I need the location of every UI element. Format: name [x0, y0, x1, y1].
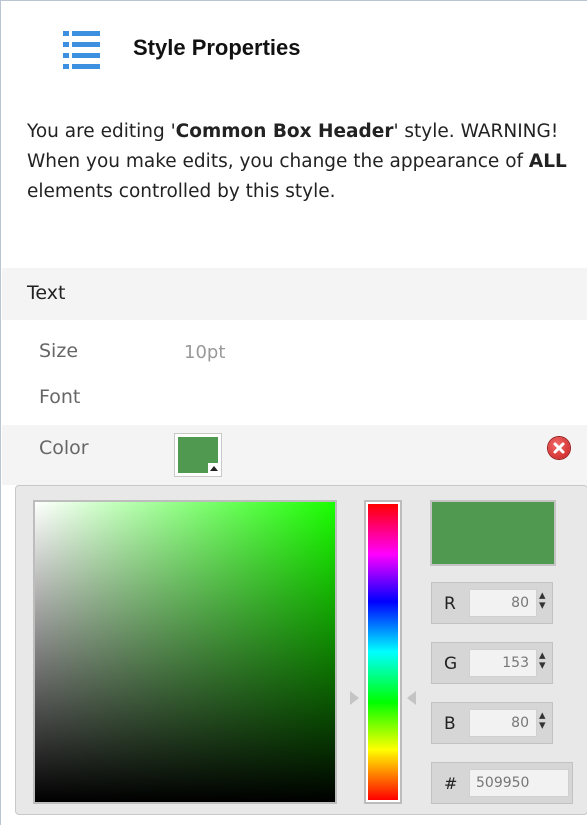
spinner-icon[interactable]: ▴ ▾: [539, 709, 546, 732]
font-label: Font: [39, 386, 81, 408]
hue-slider-handle-right[interactable]: [407, 691, 416, 705]
panel-title: Style Properties: [133, 35, 301, 60]
size-label: Size: [39, 340, 79, 362]
color-preview: [430, 500, 556, 566]
spinner-icon[interactable]: ▴ ▾: [539, 649, 546, 672]
hue-slider-handle-left[interactable]: [350, 691, 359, 705]
color-label: Color: [39, 437, 89, 459]
hex-field[interactable]: # 509950: [431, 762, 573, 804]
saturation-value-area[interactable]: [33, 500, 337, 804]
size-value[interactable]: 10pt: [184, 342, 225, 363]
color-row: Color: [2, 425, 587, 485]
style-description: You are editing 'Common Box Header' styl…: [27, 121, 567, 202]
list-icon: [63, 31, 100, 69]
panel-header: Style Properties: [1, 1, 587, 96]
red-channel-field[interactable]: R 80 ▴ ▾: [431, 582, 553, 624]
spinner-icon[interactable]: ▴ ▾: [539, 589, 546, 612]
hue-slider[interactable]: [364, 500, 402, 804]
section-header-text[interactable]: Text: [2, 268, 587, 320]
style-properties-panel: Style Properties You are editing 'Common…: [0, 0, 587, 825]
color-picker: R 80 ▴ ▾ G 153 ▴ ▾ B 80 ▴ ▾ # 509950: [15, 485, 587, 815]
caret-up-icon: [208, 463, 220, 475]
style-name: Common Box Header: [175, 121, 394, 142]
blue-input[interactable]: 80: [469, 709, 537, 737]
green-channel-field[interactable]: G 153 ▴ ▾: [431, 642, 553, 684]
green-input[interactable]: 153: [469, 649, 537, 677]
red-input[interactable]: 80: [469, 589, 537, 617]
color-swatch-button[interactable]: [174, 433, 222, 477]
blue-channel-field[interactable]: B 80 ▴ ▾: [431, 702, 553, 744]
close-icon[interactable]: [548, 437, 570, 459]
hex-input[interactable]: 509950: [469, 769, 569, 797]
section-label: Text: [27, 282, 66, 304]
